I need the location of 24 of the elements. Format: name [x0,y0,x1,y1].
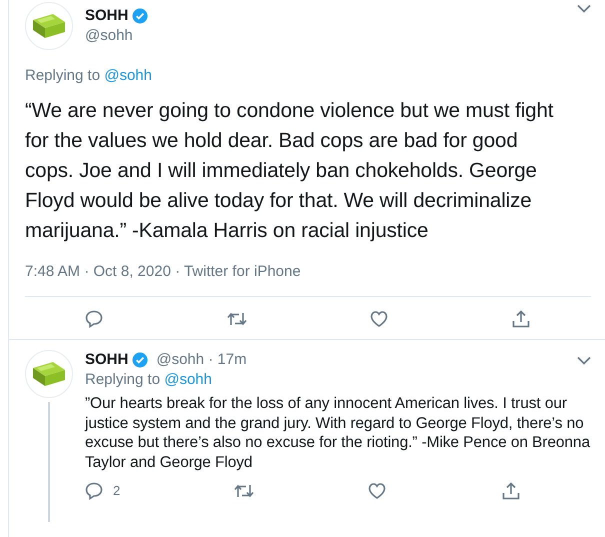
tweet-text: “We are never going to condone violence but we must fight for the values we hold dear. Bad cops are bad for good cops. Joe and I will immediately ban chokeholds. George Floyd would be alive today for that. We will decriminalize marijuana.” -Kamala Harris on racial injustice [25,98,554,244]
author-name[interactable]: SOHH [85,6,128,26]
mention-link[interactable]: @sohh [164,371,212,388]
caret-icon[interactable] [577,356,591,364]
replying-to-text: Replying to @sohh [25,66,153,86]
mention-link[interactable]: @sohh [104,67,152,84]
share-icon[interactable] [500,480,521,501]
replying-to-text: Replying to @sohh [85,370,213,390]
avatar[interactable] [25,350,73,398]
reply-icon [85,480,105,501]
heart-icon[interactable] [367,480,388,501]
author-handle[interactable]: @sohh · 17m [156,350,247,370]
heart-icon[interactable] [369,309,389,329]
avatar[interactable] [25,2,73,50]
logo-icon [31,12,67,40]
reply-button[interactable]: 2 [85,480,120,501]
tweet-text: ”Our hearts break for the loss of any innocent American lives. I trust our justice system and the grand jury. With regard to George Floyd, there’s no excuse but there’s also no excuse for the rioting.” -Mike Pence on Breonna Taylor and George Floyd [85,394,591,473]
reply-icon[interactable] [85,309,105,329]
tweet-timestamp: 7:48 AM · Oct 8, 2020 · Twitter for iPhone [25,262,302,282]
caret-icon[interactable] [577,4,591,13]
share-icon[interactable] [511,309,531,329]
author-name[interactable]: SOHH [85,350,128,370]
author-handle[interactable]: @sohh [85,26,569,46]
logo-icon [31,360,67,388]
